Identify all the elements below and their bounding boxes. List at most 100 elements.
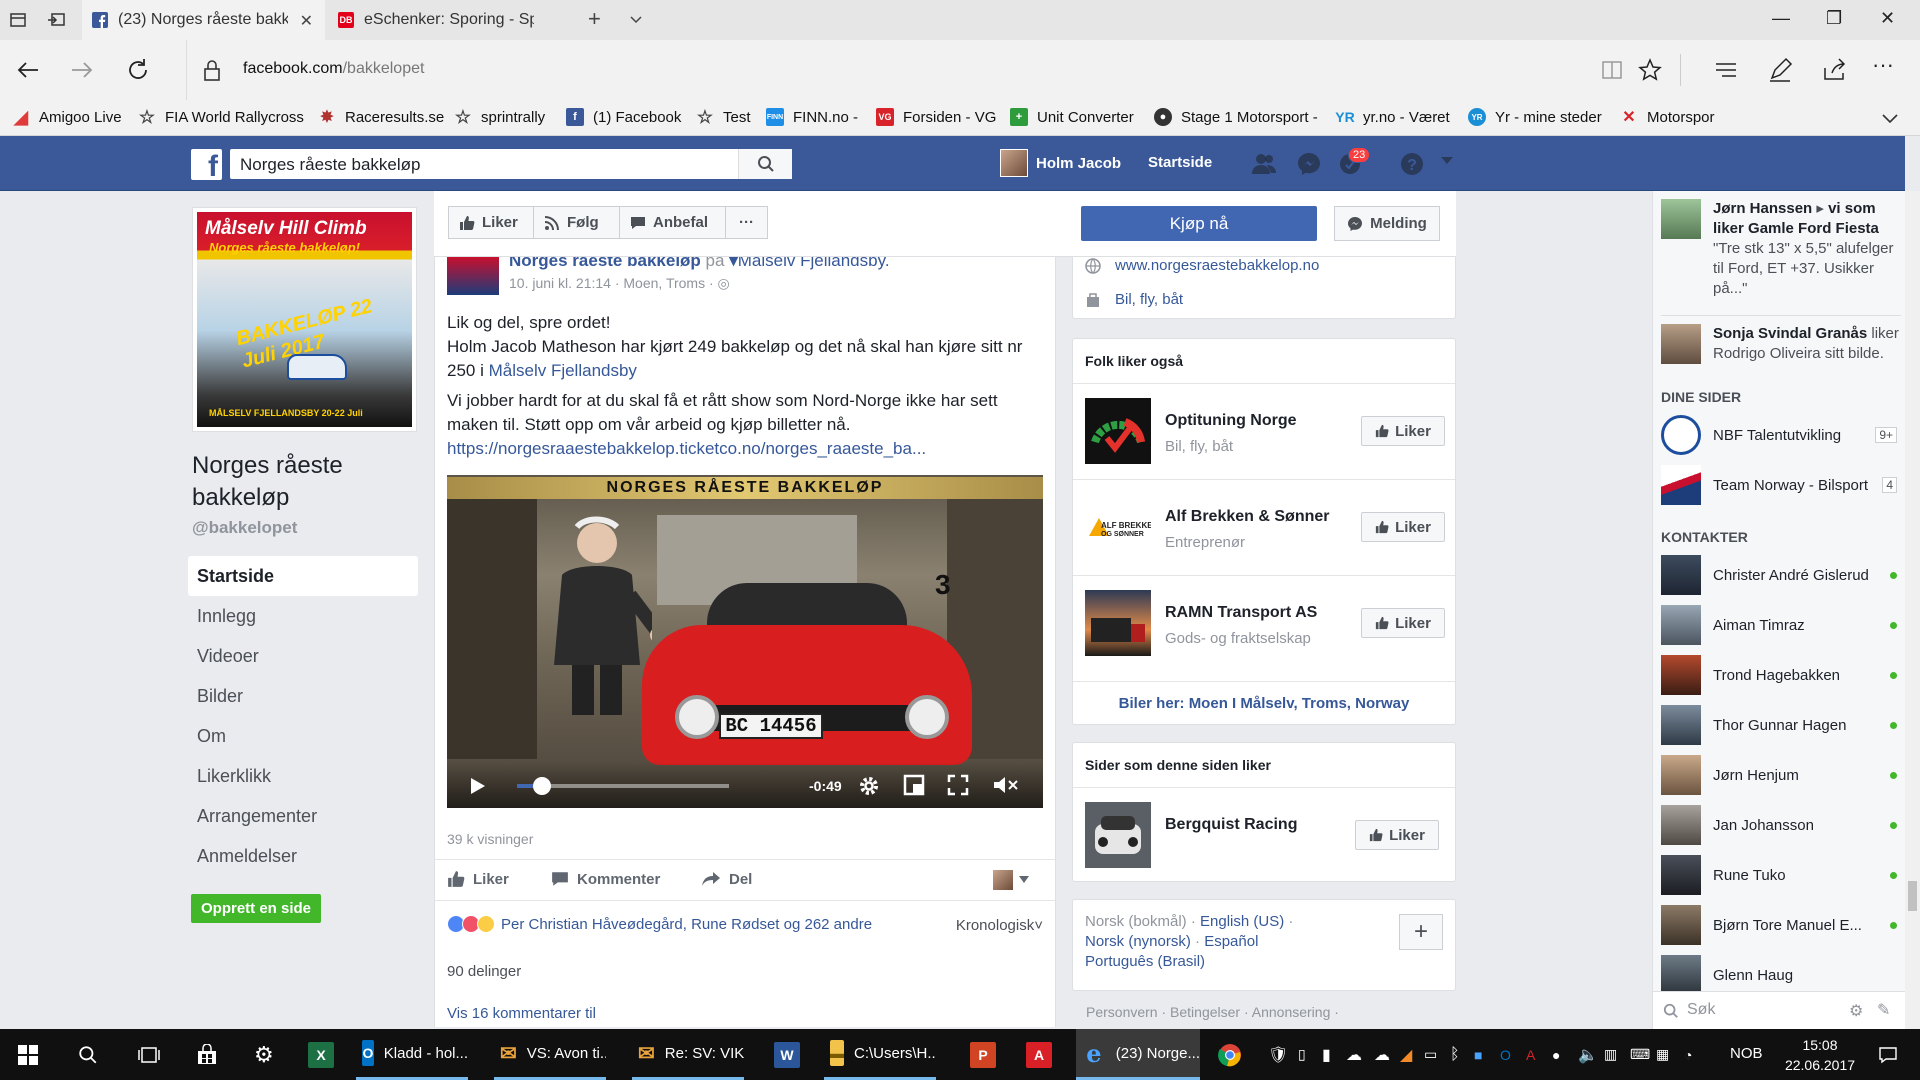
new-tab-icon[interactable]: + xyxy=(588,6,601,32)
suggested-page-name[interactable]: Alf Brekken & Sønner xyxy=(1165,508,1329,526)
message-button[interactable]: Melding xyxy=(1334,206,1440,241)
cars-here-link[interactable]: Biler her: Moen I Målselv, Troms, Norway xyxy=(1073,681,1455,725)
optituning-logo-icon[interactable] xyxy=(1085,398,1151,464)
post-as-selector[interactable] xyxy=(993,870,1037,890)
acrobat-icon[interactable]: A xyxy=(1026,1029,1052,1080)
nav-startside[interactable]: Startside xyxy=(188,556,418,596)
refresh-icon[interactable] xyxy=(122,54,154,86)
more-options-button[interactable]: ··· xyxy=(726,206,768,239)
share-count[interactable]: 90 delinger xyxy=(447,963,521,980)
nav-innlegg[interactable]: Innlegg xyxy=(188,596,418,636)
bergquist-racing-photo-icon[interactable] xyxy=(1085,802,1151,868)
page-profile-picture[interactable]: Målselv Hill Climb Norges råeste bakkelø… xyxy=(192,207,417,432)
taskbar-app-explorer[interactable]: ▬ C:\Users\H... xyxy=(824,1029,936,1080)
hub-icon[interactable] xyxy=(1710,54,1742,86)
contact-item[interactable]: Christer André Gislerud xyxy=(1661,555,1897,595)
tab-list-icon[interactable] xyxy=(8,10,28,30)
contact-item[interactable]: Trond Hagebakken xyxy=(1661,655,1897,695)
reactions-names[interactable]: Per Christian Håveødegård, Rune Rødset o… xyxy=(501,916,872,933)
tray-acrobat-icon[interactable]: A xyxy=(1526,1029,1535,1080)
post-comment-button[interactable]: Kommenter xyxy=(551,870,660,888)
tray-outlook-icon[interactable]: O xyxy=(1500,1029,1511,1080)
maximize-icon[interactable]: ❐ xyxy=(1826,8,1842,29)
favorite-motorsport[interactable]: ✕ Motorspor xyxy=(1620,108,1714,127)
contact-item[interactable]: Bjørn Tore Manuel E... xyxy=(1661,905,1897,945)
nav-arrangementer[interactable]: Arrangementer xyxy=(188,796,418,836)
contact-item[interactable]: Aiman Timraz xyxy=(1661,605,1897,645)
help-icon[interactable]: ? xyxy=(1398,150,1426,178)
scrollbar-thumb[interactable] xyxy=(1908,881,1917,911)
favorite-star-icon[interactable] xyxy=(1634,54,1666,86)
mute-icon[interactable] xyxy=(991,774,1021,796)
share-icon[interactable] xyxy=(1818,54,1850,86)
follow-button[interactable]: Følg xyxy=(534,206,620,239)
add-language-button[interactable]: + xyxy=(1399,914,1443,950)
favorite-stage1-motorsport[interactable]: ● Stage 1 Motorsport - xyxy=(1154,108,1318,126)
like-page-button[interactable]: Liker xyxy=(448,206,534,239)
website-row[interactable]: www.norgesraestebakkelop.no xyxy=(1085,257,1319,274)
your-page-item[interactable]: Team Norway - Bilsport 4 xyxy=(1661,465,1897,505)
search-button[interactable] xyxy=(738,149,792,179)
recommend-button[interactable]: Anbefal xyxy=(620,206,726,239)
favorite-yr-vaeret[interactable]: YR yr.no - Været xyxy=(1335,108,1449,126)
tray-usb-icon[interactable]: ▯ xyxy=(1298,1029,1306,1080)
home-link[interactable]: Startside xyxy=(1148,154,1212,171)
ramn-transport-photo-icon[interactable] xyxy=(1085,590,1151,656)
like-button[interactable]: Liker xyxy=(1361,608,1445,638)
taskbar-app-edge[interactable]: e (23) Norge... xyxy=(1076,1029,1200,1080)
gear-icon[interactable] xyxy=(857,774,881,798)
tray-volume-icon[interactable]: 🔈 xyxy=(1578,1029,1598,1080)
alf-brekken-logo-icon[interactable]: ALF BREKKENOG SØNNER xyxy=(1085,494,1151,560)
ticker-item[interactable]: Sonja Svindal Granås liker Rodrigo Olive… xyxy=(1661,315,1901,364)
close-window-icon[interactable]: ✕ xyxy=(1880,8,1895,29)
like-button[interactable]: Liker xyxy=(1361,416,1445,446)
web-note-icon[interactable] xyxy=(1764,54,1796,86)
chevron-down-icon[interactable] xyxy=(628,11,644,27)
reading-view-icon[interactable] xyxy=(1596,54,1628,86)
video-seek-handle[interactable] xyxy=(533,777,552,795)
chevron-down-icon[interactable] xyxy=(1880,108,1900,128)
post-video[interactable]: BC 14456 3 NORGES RÅESTE BAKKELØP -0:49 xyxy=(447,475,1043,808)
tray-cloud-icon[interactable]: ☁ xyxy=(1374,1029,1390,1080)
excel-icon[interactable]: X xyxy=(308,1029,334,1080)
play-icon[interactable] xyxy=(467,776,487,796)
nav-anmeldelser[interactable]: Anmeldelser xyxy=(188,836,418,876)
footer-links[interactable]: Personvern · Betingelser · Annonsering · xyxy=(1086,1004,1466,1020)
view-more-comments-link[interactable]: Vis 16 kommentarer til xyxy=(447,1005,596,1022)
favorite-sprintrally[interactable]: ☆ sprintrally xyxy=(454,107,545,127)
system-clock[interactable]: 15:08 22.06.2017 xyxy=(1780,1035,1860,1075)
nav-bilder[interactable]: Bilder xyxy=(188,676,418,716)
tray-chat-icon[interactable]: ● xyxy=(1552,1029,1560,1080)
back-icon[interactable] xyxy=(12,54,44,86)
word-icon[interactable]: W xyxy=(774,1029,800,1080)
fullscreen-icon[interactable] xyxy=(947,774,969,796)
settings-gear-icon[interactable]: ⚙ xyxy=(254,1029,274,1080)
nav-om[interactable]: Om xyxy=(188,716,418,756)
reactions-summary[interactable]: Per Christian Håveødegård, Rune Rødset o… xyxy=(447,915,872,933)
tray-keyboard-icon[interactable]: ⌨ xyxy=(1630,1029,1650,1080)
chat-search-box[interactable]: Søk ⚙ ✎ xyxy=(1653,991,1905,1029)
taskbar-app-mail-1[interactable]: ✉ VS: Avon ti... xyxy=(494,1029,606,1080)
tray-shield-icon[interactable]: 🛡 xyxy=(1268,1029,1288,1080)
post-ticket-link[interactable]: https://norgesraaestebakkelop.ticketco.n… xyxy=(447,439,926,458)
pop-out-icon[interactable] xyxy=(903,774,925,796)
favorite-facebook[interactable]: f (1) Facebook xyxy=(566,108,681,126)
tray-app-icon[interactable]: ■ xyxy=(1474,1029,1482,1080)
language-link[interactable]: Português (Brasil) xyxy=(1085,953,1205,970)
search-icon[interactable] xyxy=(78,1029,98,1080)
tab-eschenker[interactable]: DB eSchenker: Sporing - Sporin xyxy=(328,0,568,40)
favorite-amigoo-live[interactable]: ◢ Amigoo Live xyxy=(12,107,121,127)
post-location-link[interactable]: Målselv Fjellandsby. xyxy=(738,257,890,270)
create-page-button[interactable]: Opprett en side xyxy=(191,894,322,923)
post-author-link[interactable]: Norges råeste bakkeløp xyxy=(509,257,701,270)
favorite-finn[interactable]: FINN FINN.no - xyxy=(766,108,858,126)
account-menu-icon[interactable] xyxy=(1440,156,1468,184)
category-link[interactable]: Bil, fly, båt xyxy=(1115,291,1183,308)
task-view-icon[interactable] xyxy=(138,1029,160,1080)
contact-item[interactable]: Jan Johansson xyxy=(1661,805,1897,845)
tray-monitor-icon[interactable]: ▭ xyxy=(1424,1029,1437,1080)
close-tab-icon[interactable]: ✕ xyxy=(300,11,313,31)
tray-battery-icon[interactable]: ▮ xyxy=(1322,1029,1331,1080)
favorite-fia-world-rallycross[interactable]: ☆ FIA World Rallycross xyxy=(138,107,304,127)
tray-app-icon[interactable]: ▦ xyxy=(1656,1029,1669,1080)
